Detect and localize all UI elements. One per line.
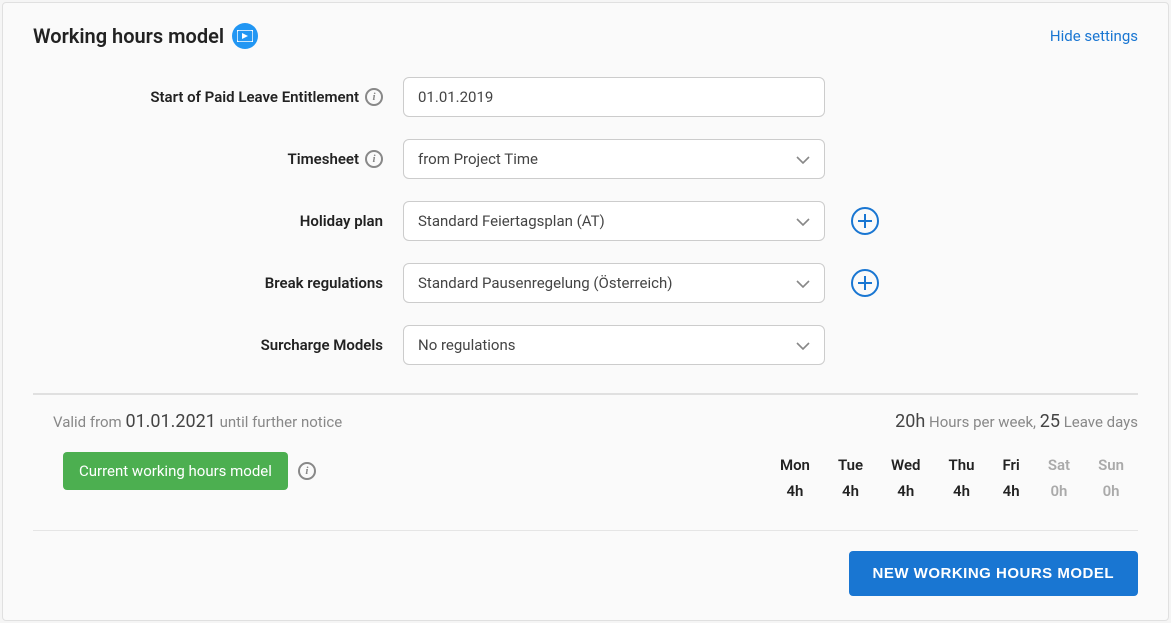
day-header: Sun bbox=[1084, 452, 1138, 478]
surcharge-value: No regulations bbox=[418, 336, 516, 354]
day-header: Mon bbox=[766, 452, 824, 478]
hours-value: 20h bbox=[895, 411, 925, 432]
day-hours: 0h bbox=[1034, 478, 1084, 504]
valid-from-date: 01.01.2021 bbox=[125, 411, 215, 432]
day-hours: 4h bbox=[877, 478, 934, 504]
chevron-down-icon bbox=[796, 274, 810, 292]
chevron-down-icon bbox=[796, 150, 810, 168]
paid-leave-value: 01.01.2019 bbox=[418, 88, 493, 106]
day-header: Fri bbox=[988, 452, 1033, 478]
surcharge-label: Surcharge Models bbox=[261, 336, 383, 354]
surcharge-select[interactable]: No regulations bbox=[403, 325, 825, 365]
day-hours: 0h bbox=[1084, 478, 1138, 504]
new-working-hours-button[interactable]: NEW WORKING HOURS MODEL bbox=[849, 551, 1139, 596]
paid-leave-label: Start of Paid Leave Entitlement bbox=[150, 88, 359, 106]
break-regulations-label: Break regulations bbox=[265, 274, 383, 292]
divider bbox=[33, 530, 1138, 531]
valid-from-text: Valid from 01.01.2021 until further noti… bbox=[53, 411, 342, 432]
leave-value: 25 bbox=[1040, 411, 1060, 432]
current-model-badge: Current working hours model bbox=[63, 452, 288, 490]
info-icon[interactable]: i bbox=[365, 150, 383, 168]
holiday-plan-select[interactable]: Standard Feiertagsplan (AT) bbox=[403, 201, 825, 241]
timesheet-label: Timesheet bbox=[288, 150, 359, 168]
summary-text: 20h Hours per week, 25 Leave days bbox=[895, 411, 1138, 432]
hide-settings-link[interactable]: Hide settings bbox=[1050, 27, 1138, 45]
paid-leave-input[interactable]: 01.01.2019 bbox=[403, 77, 825, 117]
timesheet-value: from Project Time bbox=[418, 150, 538, 168]
video-help-icon[interactable] bbox=[232, 23, 258, 49]
day-header: Sat bbox=[1034, 452, 1084, 478]
page-title: Working hours model bbox=[33, 24, 224, 48]
day-hours: 4h bbox=[824, 478, 877, 504]
valid-until-label: until further notice bbox=[220, 413, 343, 431]
day-header: Tue bbox=[824, 452, 877, 478]
day-hours: 4h bbox=[988, 478, 1033, 504]
day-hours: 4h bbox=[766, 478, 824, 504]
timesheet-select[interactable]: from Project Time bbox=[403, 139, 825, 179]
holiday-plan-label: Holiday plan bbox=[300, 212, 383, 230]
divider bbox=[33, 393, 1138, 395]
day-header: Wed bbox=[877, 452, 934, 478]
leave-label: Leave days bbox=[1064, 413, 1138, 431]
day-hours: 4h bbox=[935, 478, 989, 504]
info-icon[interactable]: i bbox=[298, 462, 316, 480]
break-regulations-value: Standard Pausenregelung (Österreich) bbox=[418, 274, 672, 292]
valid-from-label: Valid from bbox=[53, 413, 122, 431]
add-holiday-plan-button[interactable] bbox=[851, 207, 879, 235]
break-regulations-select[interactable]: Standard Pausenregelung (Österreich) bbox=[403, 263, 825, 303]
chevron-down-icon bbox=[796, 336, 810, 354]
holiday-plan-value: Standard Feiertagsplan (AT) bbox=[418, 212, 605, 230]
chevron-down-icon bbox=[796, 212, 810, 230]
day-header: Thu bbox=[935, 452, 989, 478]
hours-label: Hours per week, bbox=[929, 413, 1036, 431]
week-hours-table: Mon Tue Wed Thu Fri Sat Sun 4h 4h 4h 4h … bbox=[766, 452, 1138, 504]
add-break-regulation-button[interactable] bbox=[851, 269, 879, 297]
info-icon[interactable]: i bbox=[365, 88, 383, 106]
